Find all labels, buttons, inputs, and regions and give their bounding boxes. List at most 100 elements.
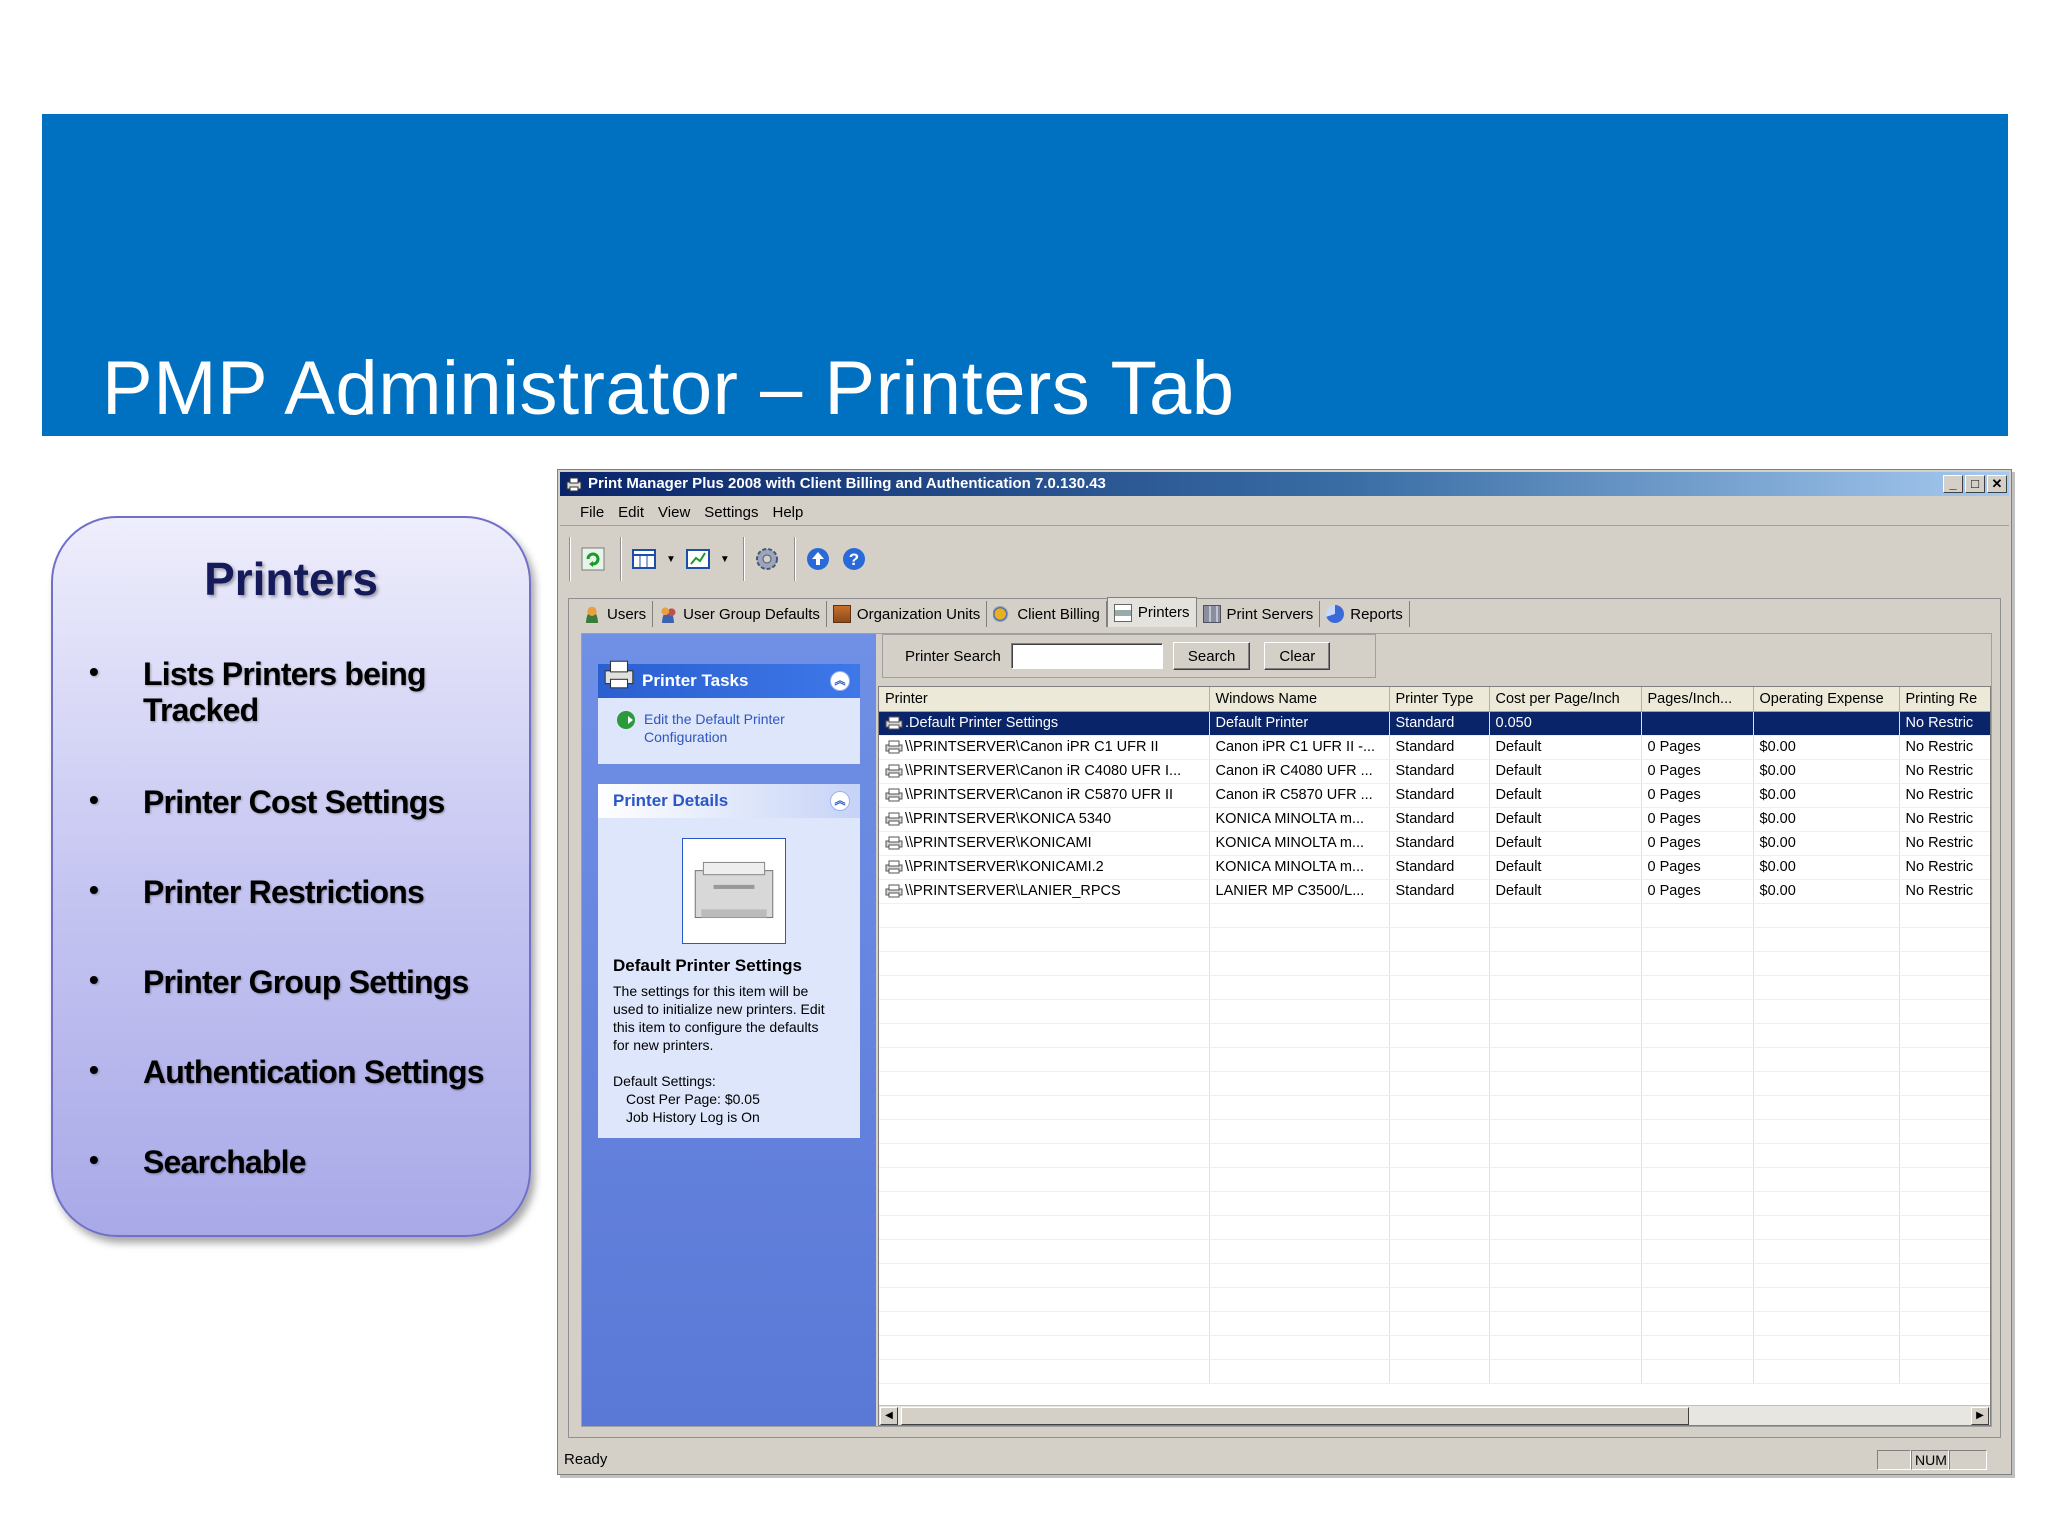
table-cell: No Restric [1899, 783, 1990, 808]
empty-row [879, 975, 1990, 1000]
table-cell: Standard [1389, 759, 1490, 784]
printers-table: Printer Windows Name Printer Type Cost per … [879, 687, 1990, 1384]
column-view-icon[interactable] [630, 545, 658, 573]
empty-row [879, 903, 1990, 928]
column-header[interactable]: Operating Expense [1753, 687, 1900, 712]
printer-image [682, 838, 786, 944]
column-header[interactable]: Printer Type [1389, 687, 1490, 712]
table-row[interactable]: \\PRINTSERVER\KONICAMI.2 KONICA MINOLTA m… [879, 855, 1990, 880]
table-row[interactable]: \\PRINTSERVER\KONICA 5340 KONICA MINOLTA … [879, 807, 1990, 832]
billing-icon [993, 605, 1012, 623]
menu-edit[interactable]: Edit [618, 504, 644, 521]
table-row[interactable]: \\PRINTSERVER\LANIER_RPCS LANIER MP C3500… [879, 879, 1990, 904]
export-icon[interactable] [684, 545, 712, 573]
table-cell: Standard [1389, 855, 1490, 880]
close-button[interactable]: ✕ [1987, 475, 2007, 493]
table-row[interactable]: \\PRINTSERVER\Canon iPR C1 UFR II Canon i… [879, 735, 1990, 760]
table-row[interactable]: \\PRINTSERVER\KONICAMI KONICA MINOLTA m..… [879, 831, 1990, 856]
table-cell: No Restric [1899, 735, 1990, 760]
tab-reports[interactable]: Reports [1320, 601, 1410, 627]
column-header[interactable]: Cost per Page/Inch [1489, 687, 1642, 712]
tab-user-group-defaults[interactable]: User Group Defaults [653, 601, 827, 627]
refresh-icon[interactable] [579, 545, 607, 573]
tab-users[interactable]: Users [577, 601, 654, 627]
group-icon [659, 605, 678, 623]
table-row[interactable]: \\PRINTSERVER\Canon iR C4080 UFR I... Can… [879, 759, 1990, 784]
menu-settings[interactable]: Settings [704, 504, 758, 521]
table-cell: No Restric [1899, 855, 1990, 880]
table-cell: \\PRINTSERVER\Canon iPR C1 UFR II [879, 735, 1210, 760]
table-cell: Default Printer [1209, 711, 1390, 736]
menu-file[interactable]: File [580, 504, 604, 521]
table-row[interactable]: .Default Printer Settings Default Printer… [879, 711, 1990, 736]
table-cell: Default [1489, 855, 1642, 880]
printer-icon [885, 860, 903, 874]
table-cell: Default [1489, 807, 1642, 832]
table-cell: \\PRINTSERVER\KONICA 5340 [879, 807, 1210, 832]
scroll-thumb[interactable] [901, 1407, 1689, 1425]
tab-client-billing[interactable]: Client Billing [987, 601, 1107, 627]
details-name: Default Printer Settings [613, 956, 802, 975]
empty-row [879, 999, 1990, 1024]
scroll-right-icon[interactable]: ▶ [1971, 1407, 1989, 1425]
tab-print-servers[interactable]: Print Servers [1197, 601, 1321, 627]
printers-callout: Printers • Lists Printers being Tracked •… [51, 516, 531, 1237]
server-icon [1202, 605, 1221, 623]
chevron-down-icon[interactable]: ▼ [720, 554, 730, 565]
clear-button[interactable]: Clear [1264, 642, 1331, 670]
menu-view[interactable]: View [658, 504, 690, 521]
column-header[interactable]: Printing Re [1899, 687, 1990, 712]
tab-organization-units[interactable]: Organization Units [827, 601, 988, 627]
chevron-down-icon[interactable]: ▼ [666, 554, 676, 565]
table-row[interactable]: \\PRINTSERVER\Canon iR C5870 UFR II Canon… [879, 783, 1990, 808]
horizontal-scrollbar[interactable]: ◀ ▶ [879, 1405, 1990, 1425]
collapse-icon[interactable]: ︽ [830, 671, 850, 691]
tab-printers[interactable]: Printers [1106, 597, 1197, 627]
table-cell: \\PRINTSERVER\Canon iR C5870 UFR II [879, 783, 1210, 808]
table-cell [1641, 711, 1754, 736]
table-cell: \\PRINTSERVER\KONICAMI [879, 831, 1210, 856]
table-cell: Canon iPR C1 UFR II -... [1209, 735, 1390, 760]
table-cell: 0 Pages [1641, 855, 1754, 880]
empty-row [879, 1047, 1990, 1072]
table-cell: Default [1489, 783, 1642, 808]
up-arrow-icon[interactable] [804, 545, 832, 573]
help-icon[interactable]: ? [840, 545, 868, 573]
main-tabs: Users User Group Defaults Organization U… [577, 597, 1410, 627]
maximize-button[interactable]: □ [1965, 475, 1985, 493]
table-cell: 0 Pages [1641, 759, 1754, 784]
printer-details-header[interactable]: Printer Details ︽ [598, 784, 860, 818]
printer-tasks-header[interactable]: Printer Tasks ︽ [598, 660, 860, 698]
table-cell: $0.00 [1753, 759, 1900, 784]
column-header[interactable]: Pages/Inch... [1641, 687, 1754, 712]
scroll-left-icon[interactable]: ◀ [880, 1407, 898, 1425]
table-cell: \\PRINTSERVER\Canon iR C4080 UFR I... [879, 759, 1210, 784]
menu-help[interactable]: Help [772, 504, 803, 521]
status-bar: Ready NUM [560, 1448, 2009, 1472]
printer-icon [885, 884, 903, 898]
search-button[interactable]: Search [1172, 642, 1251, 670]
table-cell: Default [1489, 759, 1642, 784]
table-cell: Canon iR C5870 UFR ... [1209, 783, 1390, 808]
empty-row [879, 1239, 1990, 1264]
table-cell: 0 Pages [1641, 735, 1754, 760]
collapse-icon[interactable]: ︽ [830, 791, 850, 811]
empty-row [879, 927, 1990, 952]
minimize-button[interactable]: _ [1943, 475, 1963, 493]
empty-row [879, 1263, 1990, 1288]
column-header[interactable]: Printer [879, 687, 1210, 712]
callout-heading: Printers [204, 553, 378, 605]
edit-default-printer-link[interactable]: Edit the Default Printer Configuration [644, 710, 860, 746]
table-cell: Standard [1389, 735, 1490, 760]
table-cell: 0 Pages [1641, 879, 1754, 904]
empty-row [879, 1311, 1990, 1336]
printer-search-input[interactable] [1010, 643, 1163, 669]
printer-icon [885, 788, 903, 802]
window-titlebar[interactable]: Print Manager Plus 2008 with Client Bill… [560, 472, 2009, 496]
table-cell: $0.00 [1753, 735, 1900, 760]
num-lock-indicator: NUM [1911, 1450, 1949, 1470]
column-header[interactable]: Windows Name [1209, 687, 1390, 712]
table-cell: Default [1489, 879, 1642, 904]
gear-icon[interactable] [753, 545, 781, 573]
empty-row [879, 1095, 1990, 1120]
